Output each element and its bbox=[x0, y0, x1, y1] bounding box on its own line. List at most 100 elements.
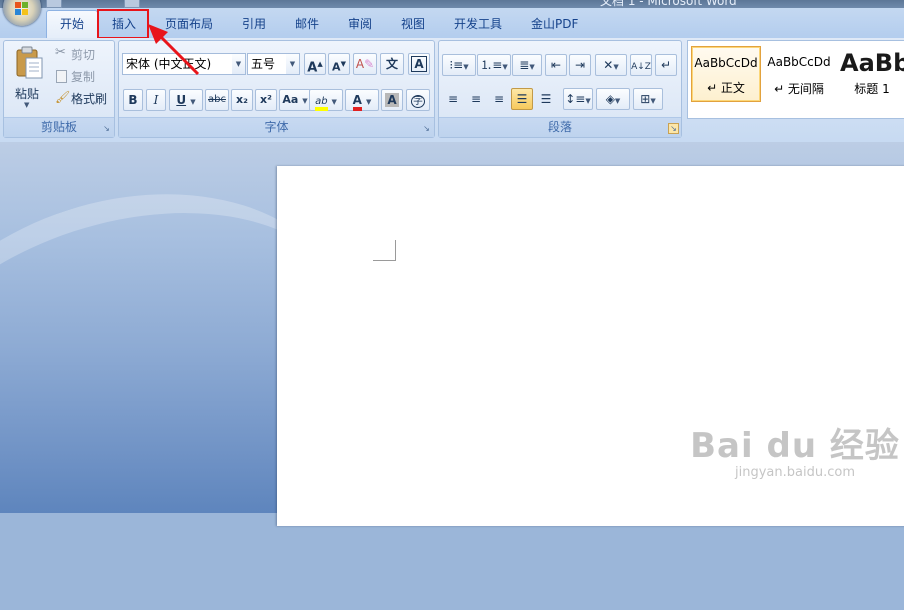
scissors-icon: ✂ bbox=[55, 45, 66, 60]
numbering-icon: ⒈≡ bbox=[480, 58, 503, 72]
clipboard-group: 粘贴 ▼ ✂ 剪切 复制 🖌 格式刷 剪贴板 ↘ bbox=[3, 40, 115, 138]
bullets-button[interactable]: ⁝≡▼ bbox=[442, 54, 476, 76]
align-left-button[interactable]: ≡ bbox=[442, 88, 464, 110]
style-heading-1[interactable]: AaBb 标题 1 bbox=[836, 46, 904, 102]
clipboard-dialog-launcher-icon[interactable]: ↘ bbox=[102, 124, 111, 133]
chinese-layout-button[interactable]: ✕▼ bbox=[595, 54, 627, 76]
align-center-button[interactable]: ≡ bbox=[465, 88, 487, 110]
superscript-button[interactable]: x² bbox=[255, 89, 277, 111]
justify-button[interactable]: ☰ bbox=[511, 88, 533, 110]
borders-button[interactable]: ⊞▼ bbox=[633, 88, 663, 110]
strikethrough-icon: abc bbox=[208, 94, 226, 105]
paint-bucket-icon: ◈ bbox=[605, 92, 615, 106]
grow-font-icon: A bbox=[307, 60, 318, 76]
line-spacing-button[interactable]: ↕≡▼ bbox=[563, 88, 593, 110]
chevron-down-icon: ▼ bbox=[24, 101, 30, 109]
strikethrough-button[interactable]: abc bbox=[205, 89, 229, 111]
baidu-watermark: Bai du 经验 jingyan.baidu.com bbox=[690, 427, 900, 497]
numbering-button[interactable]: ⒈≡▼ bbox=[477, 54, 511, 76]
paste-button[interactable]: 粘贴 ▼ bbox=[8, 44, 48, 110]
paste-icon bbox=[16, 46, 43, 79]
sort-button[interactable]: A↓Z bbox=[630, 54, 652, 76]
tab-references[interactable]: 引用 bbox=[242, 15, 266, 32]
enclose-characters-button[interactable]: 字 bbox=[406, 89, 430, 111]
align-left-icon: ≡ bbox=[447, 92, 459, 106]
style-heading-1-sample: AaBb bbox=[840, 49, 904, 77]
copy-button[interactable]: 复制 bbox=[53, 67, 109, 85]
font-dialog-launcher-icon[interactable]: ↘ bbox=[422, 124, 431, 133]
bullets-icon: ⁝≡ bbox=[449, 58, 464, 72]
ribbon: 粘贴 ▼ ✂ 剪切 复制 🖌 格式刷 剪贴板 ↘ 宋体 (中文正文) ▼ 五号 … bbox=[0, 38, 904, 143]
paragraph-mark-icon: ↵ bbox=[660, 58, 672, 72]
shrink-font-button[interactable]: A▼ bbox=[328, 53, 350, 75]
tab-developer[interactable]: 开发工具 bbox=[454, 15, 502, 32]
underline-button[interactable]: U ▼ bbox=[169, 89, 203, 111]
increase-indent-icon: ⇥ bbox=[574, 58, 586, 72]
justify-icon: ☰ bbox=[516, 92, 528, 106]
font-color-button[interactable]: A ▼ bbox=[345, 89, 379, 111]
style-heading-1-label: 标题 1 bbox=[854, 82, 890, 96]
character-border-button[interactable]: A bbox=[408, 53, 430, 75]
multilevel-list-icon: ≣ bbox=[519, 58, 530, 72]
style-normal-label: ↵ 正文 bbox=[707, 81, 745, 95]
format-painter-label: 格式刷 bbox=[71, 92, 108, 106]
font-color-icon: A bbox=[352, 93, 362, 111]
change-case-button[interactable]: Aa ▼ bbox=[279, 89, 311, 111]
font-size-select[interactable]: 五号 ▼ bbox=[247, 53, 300, 75]
grow-font-button[interactable]: A▲ bbox=[304, 53, 326, 75]
align-right-button[interactable]: ≡ bbox=[488, 88, 510, 110]
format-painter-button[interactable]: 🖌 格式刷 bbox=[53, 89, 113, 107]
character-border-icon: A bbox=[411, 56, 427, 72]
chevron-down-icon: ▼ bbox=[232, 54, 245, 74]
phonetic-guide-button[interactable]: 文 bbox=[380, 53, 404, 75]
shrink-font-icon: A bbox=[332, 60, 341, 74]
style-normal[interactable]: AaBbCcDd ↵ 正文 bbox=[691, 46, 761, 102]
chinese-layout-icon: ✕ bbox=[603, 58, 614, 72]
bold-button[interactable]: B bbox=[123, 89, 143, 111]
borders-icon: ⊞ bbox=[640, 92, 651, 106]
font-group-label: 字体 bbox=[119, 117, 434, 137]
tab-kingsoft-pdf[interactable]: 金山PDF bbox=[531, 15, 578, 32]
tab-review[interactable]: 审阅 bbox=[348, 15, 372, 32]
sort-icon: A↓Z bbox=[631, 62, 651, 72]
show-formatting-marks-button[interactable]: ↵ bbox=[655, 54, 677, 76]
distributed-button[interactable]: ☰ bbox=[535, 88, 557, 110]
tab-view[interactable]: 视图 bbox=[401, 15, 425, 32]
superscript-icon: x² bbox=[260, 93, 272, 106]
multilevel-list-button[interactable]: ≣▼ bbox=[512, 54, 542, 76]
paste-label: 粘贴 bbox=[15, 87, 40, 101]
cut-label: 剪切 bbox=[71, 48, 96, 62]
style-no-spacing-sample: AaBbCcDd bbox=[767, 55, 831, 69]
tab-home[interactable]: 开始 bbox=[46, 10, 99, 39]
line-spacing-icon: ↕≡ bbox=[565, 92, 586, 106]
subscript-icon: x₂ bbox=[236, 93, 248, 106]
decrease-indent-button[interactable]: ⇤ bbox=[545, 54, 567, 76]
chevron-down-icon: ▼ bbox=[286, 54, 299, 74]
style-no-spacing[interactable]: AaBbCcDd ↵ 无间隔 bbox=[764, 46, 834, 102]
subscript-button[interactable]: x₂ bbox=[231, 89, 253, 111]
phonetic-guide-icon: 文 bbox=[385, 57, 398, 71]
text-highlight-button[interactable]: ab ▼ bbox=[309, 89, 343, 111]
italic-icon: I bbox=[153, 93, 159, 107]
distributed-icon: ☰ bbox=[540, 92, 552, 106]
copy-label: 复制 bbox=[71, 70, 96, 84]
enclose-characters-icon: 字 bbox=[411, 95, 425, 108]
watermark-url: jingyan.baidu.com bbox=[735, 465, 855, 480]
shading-button[interactable]: ◈▼ bbox=[596, 88, 630, 110]
italic-button[interactable]: I bbox=[146, 89, 166, 111]
clipboard-group-label: 剪贴板 bbox=[4, 117, 114, 137]
increase-indent-button[interactable]: ⇥ bbox=[569, 54, 591, 76]
title-bar: 文档 1 - Microsoft Word bbox=[0, 0, 904, 8]
tab-mailings[interactable]: 邮件 bbox=[295, 15, 319, 32]
redo-icon[interactable] bbox=[124, 0, 140, 8]
paragraph-group: ⁝≡▼ ⒈≡▼ ≣▼ ⇤ ⇥ ✕▼ A↓Z ↵ ≡ ≡ ≡ ☰ ☰ ↕≡▼ ◈▼… bbox=[438, 40, 682, 138]
character-shading-button[interactable]: A bbox=[381, 89, 403, 111]
red-arrow-annotation bbox=[148, 24, 200, 76]
text-highlight-icon: ab bbox=[315, 96, 328, 111]
paragraph-dialog-launcher-icon[interactable]: ↘ bbox=[668, 123, 679, 134]
paragraph-group-label: 段落 bbox=[439, 117, 681, 137]
clear-formatting-button[interactable]: A✎ bbox=[353, 53, 377, 75]
margin-corner-mark-vertical bbox=[395, 240, 396, 261]
cut-button[interactable]: ✂ 剪切 bbox=[53, 45, 109, 63]
save-icon[interactable] bbox=[46, 0, 62, 8]
